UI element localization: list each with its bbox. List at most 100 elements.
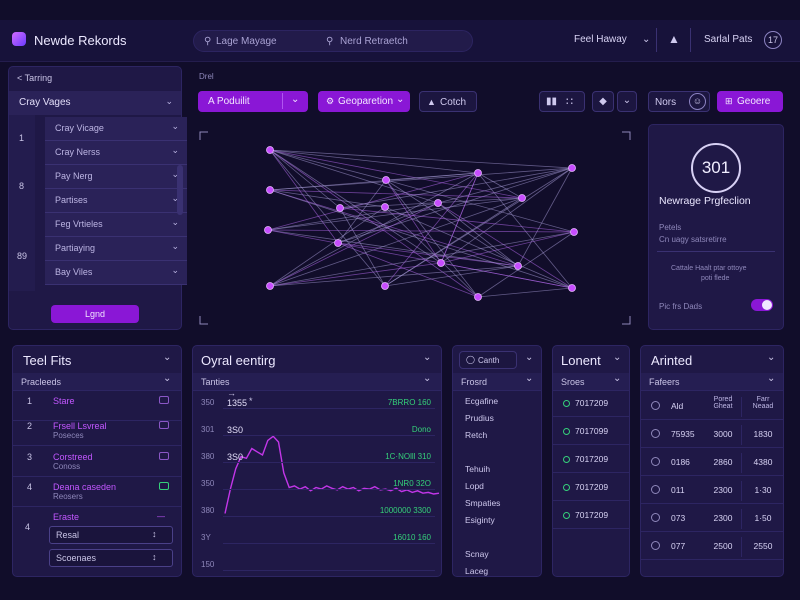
row-label[interactable]: Eraste <box>53 512 79 522</box>
grid-line <box>223 489 435 490</box>
row-divider <box>553 500 629 501</box>
column-divider <box>741 453 742 473</box>
stepper-icon: ↕ <box>152 552 157 562</box>
row-icon <box>651 541 660 550</box>
row-label[interactable]: Stare <box>53 396 75 406</box>
form-field[interactable]: Resal ↕ <box>49 526 173 544</box>
list-item[interactable]: 7017209 <box>575 482 608 492</box>
toggle-switch[interactable] <box>751 299 773 311</box>
list-item[interactable]: Lopd <box>465 481 484 491</box>
list-item[interactable]: Scnay <box>465 549 489 559</box>
grid-line <box>223 516 435 517</box>
row-icon <box>651 457 660 466</box>
row-icon <box>651 401 660 410</box>
graph-node <box>266 186 274 194</box>
list-item[interactable]: Prudius <box>465 413 494 423</box>
panel-title: Teel Fits <box>23 353 72 368</box>
rail-number: 4 <box>25 522 31 532</box>
chevron-down-icon: ⌄ <box>613 373 622 384</box>
chevron-down-icon[interactable]: ⌄ <box>767 352 775 363</box>
row-label[interactable]: Deana caseden <box>53 482 116 492</box>
table-cell: 1830 <box>753 429 773 439</box>
graph-node <box>437 259 445 267</box>
graph-node <box>266 282 274 290</box>
panel-subheader: Frosrd ⌄ <box>453 373 541 391</box>
stat-note: Cattale Haalt ptar ottoye <box>671 265 747 272</box>
list-item[interactable]: 7017209 <box>575 454 608 464</box>
list-item[interactable]: 7017099 <box>575 426 608 436</box>
chevron-down-icon[interactable]: ⌄ <box>613 352 621 363</box>
graph-edge <box>269 149 339 244</box>
status-dot <box>563 456 570 463</box>
chevron-down-icon: ⌄ <box>525 373 534 384</box>
panel-subheader: Sroes ⌄ <box>553 373 629 391</box>
list-item[interactable]: Smpaties <box>465 498 500 508</box>
mid-panel: ◯ Canth ⌄ Frosrd ⌄ Ecgafine Prudius Retch T… <box>452 345 542 577</box>
list-item[interactable]: Ecgafine <box>465 396 498 406</box>
table-cell: 2300 <box>713 513 733 523</box>
y-tick-label: 301 <box>201 425 215 434</box>
divider <box>657 251 775 252</box>
list-item[interactable]: 7017209 <box>575 510 608 520</box>
graph-node <box>336 204 344 212</box>
graph-edge <box>269 189 519 267</box>
row-metric: Dono <box>411 425 431 434</box>
list-item[interactable]: 7017209 <box>575 398 608 408</box>
graph-node <box>474 169 482 177</box>
table-cell: 4380 <box>753 457 773 467</box>
table-cell: 2500 <box>713 541 733 551</box>
row-metric: 16010 160 <box>393 533 431 542</box>
arinted-panel: Arinted ⌄ Fafeers ⌄ Pored Gheat Farr Nea… <box>640 345 784 577</box>
row-divider <box>641 503 783 504</box>
stat-panel: 301 Newrage Prgfeclion Petels Cn uagy sa… <box>648 124 784 330</box>
row-status-icon <box>159 421 169 429</box>
row-label[interactable]: Corstreed <box>53 452 93 462</box>
list-item[interactable]: Esiginty <box>465 515 495 525</box>
status-dot <box>563 428 570 435</box>
column-divider <box>741 425 742 445</box>
graph-edge <box>477 287 573 298</box>
chevron-down-icon: ⌄ <box>767 373 776 384</box>
stat-value: 301 <box>691 143 741 193</box>
form-field[interactable]: Scoenaes ↕ <box>49 549 173 567</box>
row-divider <box>13 445 181 446</box>
graph-edge <box>267 229 575 233</box>
table-cell: 011 <box>671 485 685 495</box>
chart-series-line <box>224 435 440 514</box>
row-status-icon <box>159 396 169 404</box>
row-label[interactable]: Frsell Lsvreal <box>53 421 107 431</box>
panel-subheader: Fafeers ⌄ <box>641 373 783 391</box>
row-status-icon: — <box>157 512 165 521</box>
row-number: 4 <box>27 482 33 492</box>
grid-line <box>223 462 435 463</box>
graph-node <box>568 164 576 172</box>
tab-canth[interactable]: ◯ Canth <box>459 351 517 369</box>
table-cell: 3000 <box>713 429 733 439</box>
row-status-icon <box>159 452 169 460</box>
table-cell: 1·50 <box>754 513 772 523</box>
list-item[interactable]: Retch <box>465 430 487 440</box>
status-dot <box>563 512 570 519</box>
list-item[interactable]: Tehuih <box>465 464 490 474</box>
toggle-knob <box>762 300 772 310</box>
chevron-down-icon[interactable]: ⌄ <box>163 352 171 363</box>
row-sublabel: Poseces <box>53 431 84 440</box>
row-metric: 1C·NOlll 310 <box>385 452 431 461</box>
row-number: 2 <box>27 421 33 431</box>
chevron-down-icon[interactable]: ⌄ <box>525 352 533 363</box>
row-icon <box>651 485 660 494</box>
table-cell: 2300 <box>713 485 733 495</box>
status-dot <box>563 400 570 407</box>
row-value: 3S0 <box>227 425 244 435</box>
list-item[interactable]: Laceg <box>465 566 488 576</box>
row-divider <box>553 528 629 529</box>
row-divider <box>641 559 783 560</box>
stat-line: Petels <box>659 223 682 232</box>
graph-node <box>568 284 576 292</box>
table-cell: 0186 <box>671 457 690 467</box>
column-divider <box>741 509 742 529</box>
y-tick-label: 350 <box>201 479 215 488</box>
grid-line <box>223 570 435 571</box>
table-cell: 75935 <box>671 429 695 439</box>
row-divider <box>553 472 629 473</box>
